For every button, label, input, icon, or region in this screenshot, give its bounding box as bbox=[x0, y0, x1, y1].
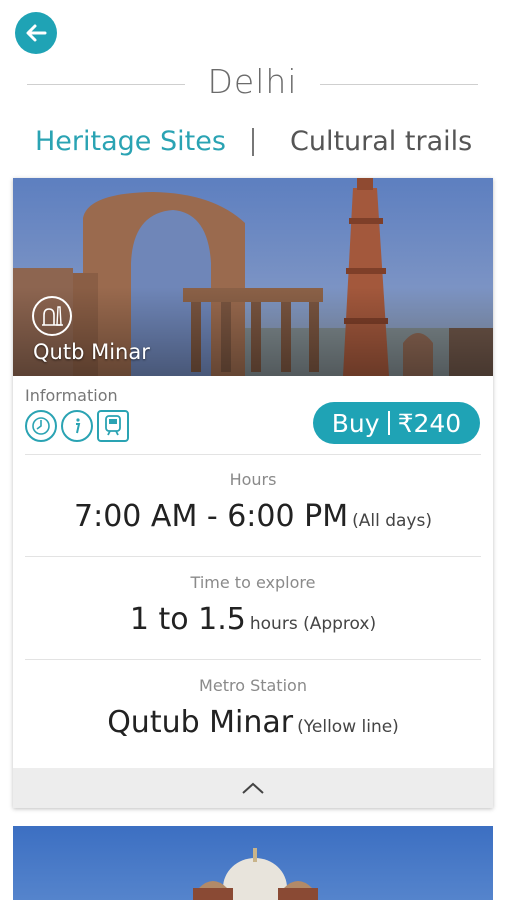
tab-cultural-trails[interactable]: Cultural trails bbox=[290, 126, 472, 157]
metro-value: Qutub Minar (Yellow line) bbox=[13, 705, 493, 740]
site-card: Qutb Minar Information Buy ₹240 Hours 7:… bbox=[13, 178, 493, 808]
arrow-left-icon bbox=[26, 24, 47, 42]
buy-ticket-button[interactable]: Buy ₹240 bbox=[313, 402, 480, 444]
header-divider-left bbox=[27, 84, 185, 85]
information-label: Information bbox=[25, 386, 118, 405]
page-title: Delhi bbox=[207, 62, 298, 101]
site-name: Qutb Minar bbox=[33, 340, 150, 364]
metro-label: Metro Station bbox=[199, 676, 307, 695]
tab-separator bbox=[252, 128, 254, 156]
explore-time-label: Time to explore bbox=[190, 573, 316, 592]
metro-line-note: (Yellow line) bbox=[297, 717, 399, 737]
ticket-price: ₹240 bbox=[398, 409, 462, 438]
tab-heritage-sites[interactable]: Heritage Sites bbox=[35, 126, 226, 157]
divider bbox=[25, 556, 481, 557]
explore-time-note: hours (Approx) bbox=[249, 614, 377, 634]
buy-label: Buy bbox=[331, 408, 380, 438]
next-site-card[interactable] bbox=[13, 826, 493, 900]
tab-bar: Heritage Sites Cultural trails bbox=[0, 126, 507, 166]
hours-section: Hours 7:00 AM - 6:00 PM (All days) bbox=[13, 470, 493, 534]
header-divider-right bbox=[320, 84, 478, 85]
next-site-image bbox=[193, 848, 318, 900]
metro-station-name: Qutub Minar bbox=[107, 705, 294, 740]
buy-divider bbox=[387, 411, 390, 435]
explore-time-section: Time to explore 1 to 1.5 hours (Approx) bbox=[13, 573, 493, 637]
hours-value: 7:00 AM - 6:00 PM (All days) bbox=[13, 499, 493, 534]
metro-section: Metro Station Qutub Minar (Yellow line) bbox=[13, 676, 493, 740]
divider bbox=[25, 659, 481, 660]
chevron-up-icon bbox=[242, 782, 264, 794]
page-header: Delhi bbox=[0, 62, 507, 106]
collapse-button[interactable] bbox=[13, 768, 493, 808]
explore-time-amount: 1 to 1.5 bbox=[129, 602, 246, 637]
site-hero-image[interactable]: Qutb Minar bbox=[13, 178, 493, 376]
clock-icon[interactable] bbox=[25, 410, 57, 442]
monument-icon bbox=[32, 296, 72, 336]
price-value: 240 bbox=[413, 408, 462, 438]
divider bbox=[25, 454, 481, 455]
hours-note: (All days) bbox=[352, 511, 432, 531]
info-icon[interactable] bbox=[61, 410, 93, 442]
hours-time: 7:00 AM - 6:00 PM bbox=[74, 499, 349, 534]
train-icon[interactable] bbox=[97, 410, 129, 442]
currency-symbol: ₹ bbox=[397, 408, 414, 438]
explore-time-value: 1 to 1.5 hours (Approx) bbox=[13, 602, 493, 637]
hours-label: Hours bbox=[229, 470, 277, 489]
information-icons bbox=[25, 410, 129, 442]
back-button[interactable] bbox=[15, 12, 57, 54]
